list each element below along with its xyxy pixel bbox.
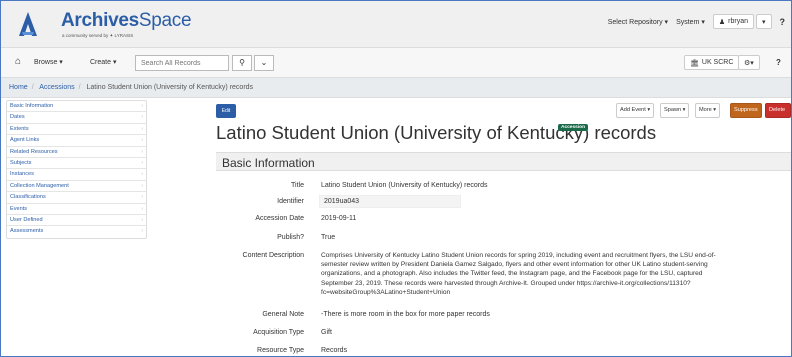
chevron-right-icon: › xyxy=(141,114,143,121)
chevron-right-icon: › xyxy=(141,171,143,178)
delete-button[interactable]: Delete xyxy=(765,103,791,118)
chevron-right-icon: › xyxy=(141,103,143,109)
chevron-right-icon: › xyxy=(141,148,143,155)
sidebar-item-subjects[interactable]: Subjects › xyxy=(7,158,146,170)
brand-name[interactable]: ArchivesSpace xyxy=(61,10,192,32)
sidebar-item-basic-information[interactable]: Basic Information › xyxy=(7,101,146,113)
main-nav: ⌂ Browse ▾ Create ▾ ⚲ ⌄ 🏛 UK SCRC ⚙ ▾ ? xyxy=(1,48,791,78)
field-value-title: Latino Student Union (University of Kent… xyxy=(321,182,488,189)
field-label-accession-date: Accession Date xyxy=(255,215,304,222)
breadcrumb-current: Latino Student Union (University of Kent… xyxy=(86,84,254,91)
add-event-button[interactable]: Add Event ▾ xyxy=(616,103,655,118)
sidebar-item-events[interactable]: Events › xyxy=(7,204,146,215)
chevron-right-icon: › xyxy=(141,159,143,166)
user-name: rbryan xyxy=(728,18,748,25)
field-label-identifier: Identifier xyxy=(277,198,304,205)
section-heading: Basic Information xyxy=(216,152,791,171)
breadcrumb-home[interactable]: Home xyxy=(9,84,28,91)
field-value-content-description: Comprises University of Kentucky Latino … xyxy=(321,252,716,296)
sidebar-item-classifications[interactable]: Classifications › xyxy=(7,192,146,204)
chevron-right-icon: › xyxy=(141,182,143,189)
field-label-resource-type: Resource Type xyxy=(257,347,304,354)
select-repository-menu[interactable]: Select Repository ▾ xyxy=(608,18,668,26)
chevron-right-icon: › xyxy=(141,137,143,144)
browse-menu[interactable]: Browse ▾ xyxy=(34,58,63,66)
edit-button[interactable]: Edit xyxy=(216,104,236,118)
breadcrumb: Home / Accessions / Latino Student Union (… xyxy=(1,78,791,98)
create-menu[interactable]: Create ▾ xyxy=(90,58,116,66)
field-label-acquisition-type: Acquisition Type xyxy=(253,329,304,336)
sidebar-item-related-resources[interactable]: Related Resources › xyxy=(7,147,146,158)
field-label-content-description: Content Description xyxy=(242,252,304,259)
archivesspace-logo-icon[interactable] xyxy=(18,11,38,37)
more-button[interactable]: More ▾ xyxy=(695,103,721,118)
sidebar-item-collection-management[interactable]: Collection Management › xyxy=(7,181,146,193)
sidebar-item-extents[interactable]: Extents › xyxy=(7,124,146,136)
user-menu-caret[interactable]: ▾ xyxy=(755,14,772,29)
spawn-button[interactable]: Spawn ▾ xyxy=(660,103,690,118)
system-menu[interactable]: System ▾ xyxy=(676,18,705,26)
app-header: ArchivesSpace a community served by ✦ LY… xyxy=(1,1,791,48)
sidebar-item-dates[interactable]: Dates › xyxy=(7,112,146,124)
field-label-title: Title xyxy=(291,182,304,189)
sidebar-item-assessments[interactable]: Assessments › xyxy=(7,226,146,237)
record-sidebar: Basic Information › Dates › Extents › Agent… xyxy=(6,100,147,239)
chevron-right-icon: › xyxy=(141,125,143,132)
suppress-button[interactable]: Suppress xyxy=(730,103,762,118)
tagline: a community served by ✦ LYRASIS xyxy=(62,33,134,38)
user-icon: ♟ xyxy=(718,18,726,26)
chevron-right-icon: › xyxy=(141,194,143,201)
help-icon[interactable]: ? xyxy=(780,17,786,27)
field-value-general-note: -There is more room in the box for more … xyxy=(321,311,490,318)
home-icon[interactable]: ⌂ xyxy=(15,56,21,67)
field-value-resource-type: Records xyxy=(321,347,348,354)
sidebar-item-agent-links[interactable]: Agent Links › xyxy=(7,135,146,147)
settings-menu-button[interactable]: ⚙ ▾ xyxy=(738,55,760,70)
help-icon[interactable]: ? xyxy=(776,58,781,67)
chevron-right-icon: › xyxy=(141,216,143,223)
search-options-button[interactable]: ⌄ xyxy=(254,55,274,71)
institution-icon: 🏛 xyxy=(690,59,699,67)
field-value-acquisition-type: Gift xyxy=(321,329,332,336)
sidebar-item-user-defined[interactable]: User Defined › xyxy=(7,215,146,227)
search-button[interactable]: ⚲ xyxy=(232,55,252,71)
record-type-badge: Accession xyxy=(558,124,588,131)
field-value-accession-date: 2019-09-11 xyxy=(321,215,357,222)
sidebar-item-instances[interactable]: Instances › xyxy=(7,169,146,181)
chevron-right-icon: › xyxy=(141,228,143,235)
chevron-right-icon: › xyxy=(141,205,143,212)
breadcrumb-accessions[interactable]: Accessions xyxy=(39,84,74,91)
search-input[interactable] xyxy=(135,55,229,71)
field-value-identifier: 2019ua043 xyxy=(324,198,360,205)
field-label-publish: Publish? xyxy=(277,234,304,241)
repository-button[interactable]: 🏛 UK SCRC xyxy=(684,55,740,70)
field-label-general-note: General Note xyxy=(262,311,304,318)
record-title: Latino Student Union (University of Kent… xyxy=(216,122,657,143)
user-menu-button[interactable]: ♟ rbryan xyxy=(712,14,754,29)
field-value-publish: True xyxy=(321,234,336,241)
